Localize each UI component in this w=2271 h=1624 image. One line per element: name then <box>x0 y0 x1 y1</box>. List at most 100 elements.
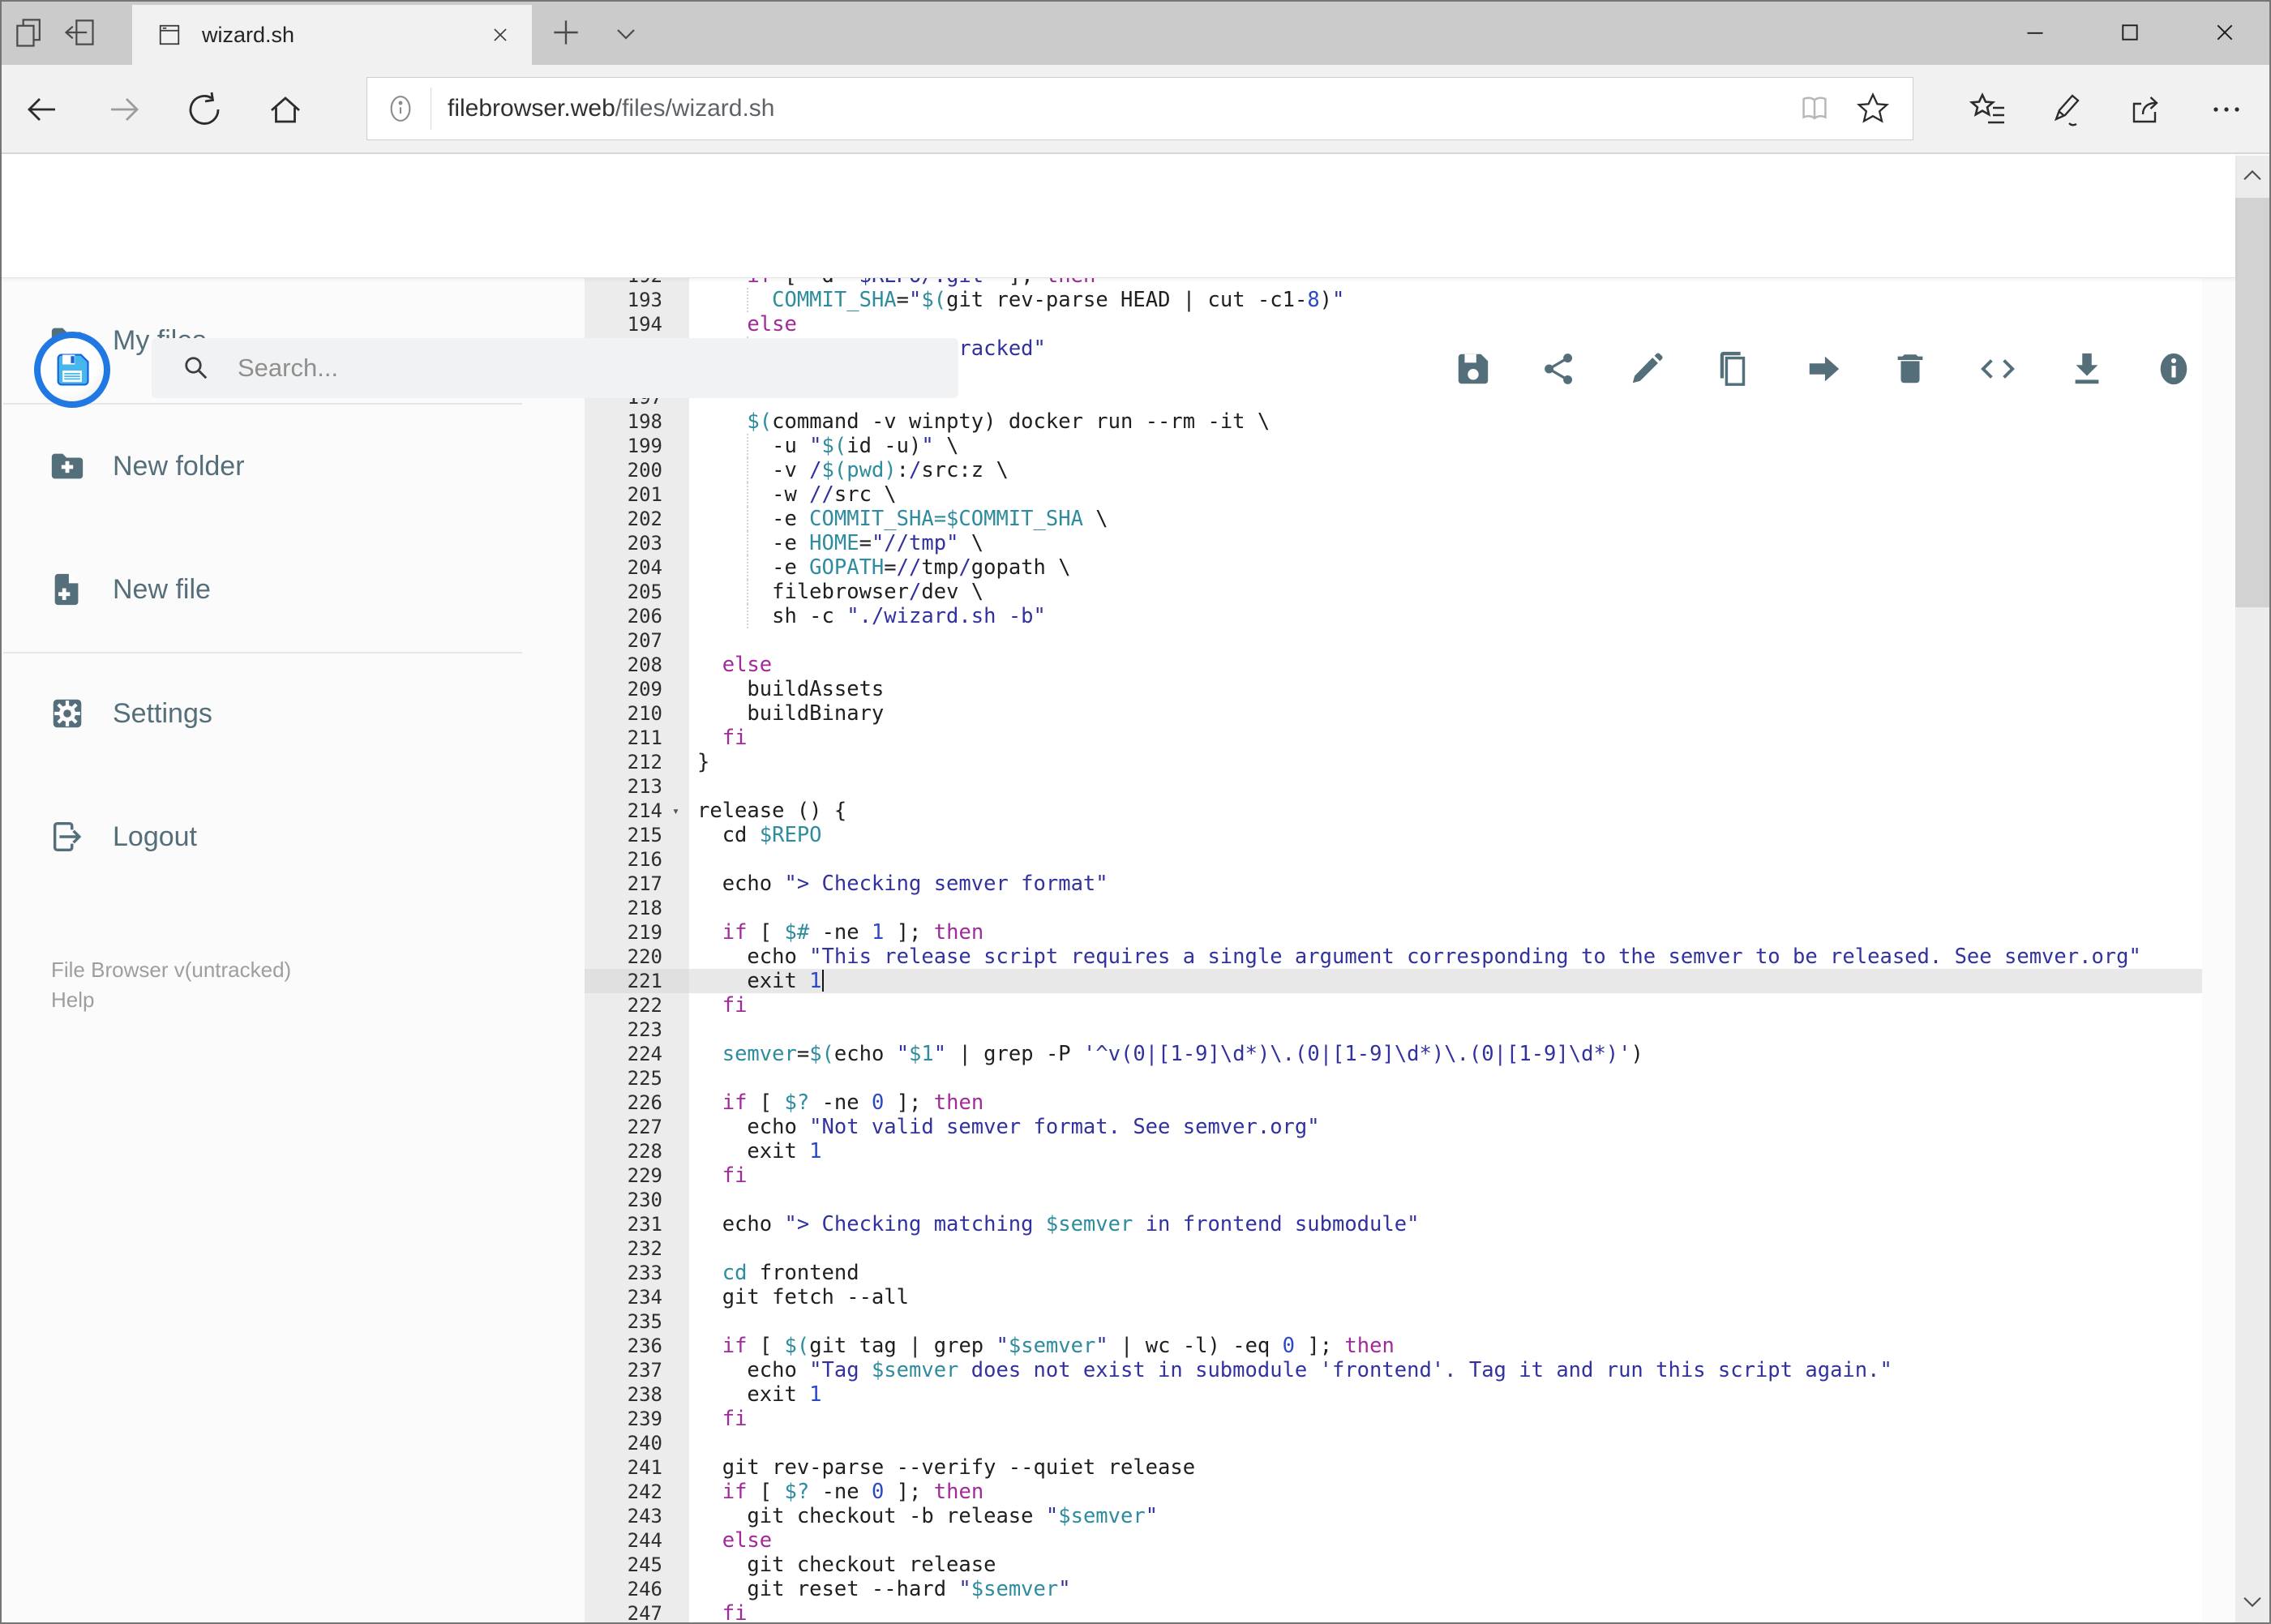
line-number: 227 <box>627 1116 662 1138</box>
code-line[interactable]: cd $REPO <box>689 823 2202 847</box>
code-view-icon[interactable] <box>1979 350 2016 388</box>
code-line[interactable]: fi <box>689 1407 2202 1431</box>
code-line[interactable]: git rev-parse --verify --quiet release <box>689 1455 2202 1480</box>
code-line[interactable]: if [ $? -ne 0 ]; then <box>689 1091 2202 1115</box>
code-line[interactable]: -u "$(id -u)" \ <box>689 434 2202 458</box>
code-line[interactable] <box>689 1066 2202 1091</box>
code-line[interactable]: echo "> Checking semver format" <box>689 872 2202 896</box>
code-line[interactable]: git reset --hard "$semver" <box>689 1577 2202 1601</box>
code-line[interactable] <box>689 847 2202 872</box>
info-icon[interactable] <box>2155 350 2192 388</box>
url-field[interactable]: filebrowser.web/files/wizard.sh <box>448 95 1796 122</box>
scrollbar-thumb[interactable] <box>2235 198 2269 607</box>
save-icon[interactable] <box>1455 350 1492 388</box>
code-line[interactable]: -w //src \ <box>689 482 2202 507</box>
code-line[interactable]: sh -c "./wizard.sh -b" <box>689 604 2202 628</box>
code-line[interactable] <box>689 1236 2202 1261</box>
scroll-down-icon[interactable] <box>2239 1588 2266 1615</box>
code-line[interactable]: if [ -d "$REPO/.git" ]; then <box>689 277 2202 288</box>
browser-tab[interactable]: wizard.sh <box>132 5 532 65</box>
new-tab-icon[interactable] <box>548 15 584 50</box>
forward-icon[interactable] <box>105 90 144 129</box>
code-line[interactable]: if [ $? -ne 0 ]; then <box>689 1480 2202 1504</box>
code-line[interactable]: exit 1 <box>689 1139 2202 1163</box>
code-line[interactable]: echo "This release script requires a sin… <box>689 945 2202 969</box>
sidebar-item-new-file[interactable]: New file <box>49 561 211 618</box>
code-line[interactable]: echo "Tag $semver does not exist in subm… <box>689 1358 2202 1382</box>
code-line[interactable]: git checkout -b release "$semver" <box>689 1504 2202 1528</box>
code-line[interactable]: buildBinary <box>689 701 2202 726</box>
delete-trash-icon[interactable] <box>1892 350 1929 388</box>
code-line[interactable]: cd frontend <box>689 1261 2202 1285</box>
code-line[interactable]: else <box>689 312 2202 336</box>
code-line[interactable]: exit 1 <box>689 1382 2202 1407</box>
code-line[interactable] <box>689 1018 2202 1042</box>
code-line[interactable] <box>689 774 2202 799</box>
back-icon[interactable] <box>23 90 62 129</box>
reading-view-icon[interactable] <box>1796 90 1833 127</box>
refresh-icon[interactable] <box>185 90 224 129</box>
download-icon[interactable] <box>2068 350 2106 388</box>
code-line[interactable]: fi <box>689 1163 2202 1188</box>
code-line[interactable]: filebrowser/dev \ <box>689 580 2202 604</box>
code-line[interactable]: fi <box>689 993 2202 1018</box>
code-line[interactable]: echo "Not valid semver format. See semve… <box>689 1115 2202 1139</box>
page-scrollbar[interactable] <box>2235 156 2269 1622</box>
maximize-button[interactable] <box>2092 0 2168 65</box>
code-line-row: 229 fi <box>585 1163 2202 1188</box>
tab-preview-icon[interactable] <box>11 15 47 50</box>
code-line[interactable]: fi <box>689 726 2202 750</box>
code-line[interactable]: -e HOME="//tmp" \ <box>689 531 2202 555</box>
tab-list-chevron-icon[interactable] <box>610 18 642 50</box>
code-line[interactable]: else <box>689 1528 2202 1553</box>
scroll-up-icon[interactable] <box>2239 162 2266 190</box>
code-line[interactable]: -v /$(pwd):/src:z \ <box>689 458 2202 482</box>
search-input[interactable] <box>236 353 958 384</box>
search-box[interactable] <box>152 338 958 398</box>
sidebar-item-settings[interactable]: Settings <box>49 685 212 742</box>
home-icon[interactable] <box>266 90 305 129</box>
code-line[interactable]: fi <box>689 1601 2202 1624</box>
code-line[interactable] <box>689 1188 2202 1212</box>
hub-favorites-icon[interactable] <box>1969 90 2007 129</box>
code-line[interactable]: COMMIT_SHA="$(git rev-parse HEAD | cut -… <box>689 288 2202 312</box>
code-line[interactable] <box>689 628 2202 653</box>
share-file-icon[interactable] <box>1541 350 1579 388</box>
code-line[interactable]: release () { <box>689 799 2202 823</box>
set-tabs-aside-icon[interactable] <box>62 15 97 50</box>
address-bar[interactable]: filebrowser.web/files/wizard.sh <box>366 77 1913 140</box>
code-line[interactable]: semver=$(echo "$1" | grep -P '^v(0|[1-9]… <box>689 1042 2202 1066</box>
code-line[interactable]: $(command -v winpty) docker run --rm -it… <box>689 409 2202 434</box>
code-line[interactable]: -e GOPATH=//tmp/gopath \ <box>689 555 2202 580</box>
favorite-star-icon[interactable] <box>1854 90 1892 127</box>
code-line[interactable]: git checkout release <box>689 1553 2202 1577</box>
annotate-pen-icon[interactable] <box>2046 90 2085 129</box>
site-info-icon[interactable] <box>383 92 418 126</box>
code-editor[interactable]: 192 if [ -d "$REPO/.git" ]; then193 COMM… <box>585 277 2202 1624</box>
share-icon[interactable] <box>2127 90 2166 129</box>
fold-marker-icon[interactable]: ▾ <box>662 799 689 823</box>
copy-icon[interactable] <box>1716 350 1753 388</box>
minimize-button[interactable] <box>1997 0 2073 65</box>
move-icon[interactable] <box>1805 350 1842 388</box>
rename-edit-icon[interactable] <box>1628 350 1665 388</box>
code-line[interactable]: echo "> Checking matching $semver in fro… <box>689 1212 2202 1236</box>
close-button[interactable] <box>2187 0 2263 65</box>
sidebar-item-logout[interactable]: Logout <box>49 808 197 865</box>
code-line[interactable]: if [ $(git tag | grep "$semver" | wc -l)… <box>689 1334 2202 1358</box>
code-line[interactable] <box>689 1431 2202 1455</box>
more-options-icon[interactable] <box>2207 90 2246 129</box>
code-line[interactable]: if [ $# -ne 1 ]; then <box>689 920 2202 945</box>
filebrowser-logo[interactable] <box>34 332 110 408</box>
code-line[interactable]: -e COMMIT_SHA=$COMMIT_SHA \ <box>689 507 2202 531</box>
tab-close-icon[interactable] <box>486 21 514 49</box>
code-line[interactable]: buildAssets <box>689 677 2202 701</box>
sidebar-item-new-folder[interactable]: New folder <box>49 438 245 495</box>
help-link[interactable]: Help <box>51 985 94 1015</box>
code-line[interactable]: git fetch --all <box>689 1285 2202 1309</box>
code-line[interactable] <box>689 896 2202 920</box>
code-line[interactable]: exit 1 <box>689 969 2202 993</box>
code-line[interactable] <box>689 1309 2202 1334</box>
code-line[interactable]: } <box>689 750 2202 774</box>
code-line[interactable]: else <box>689 653 2202 677</box>
